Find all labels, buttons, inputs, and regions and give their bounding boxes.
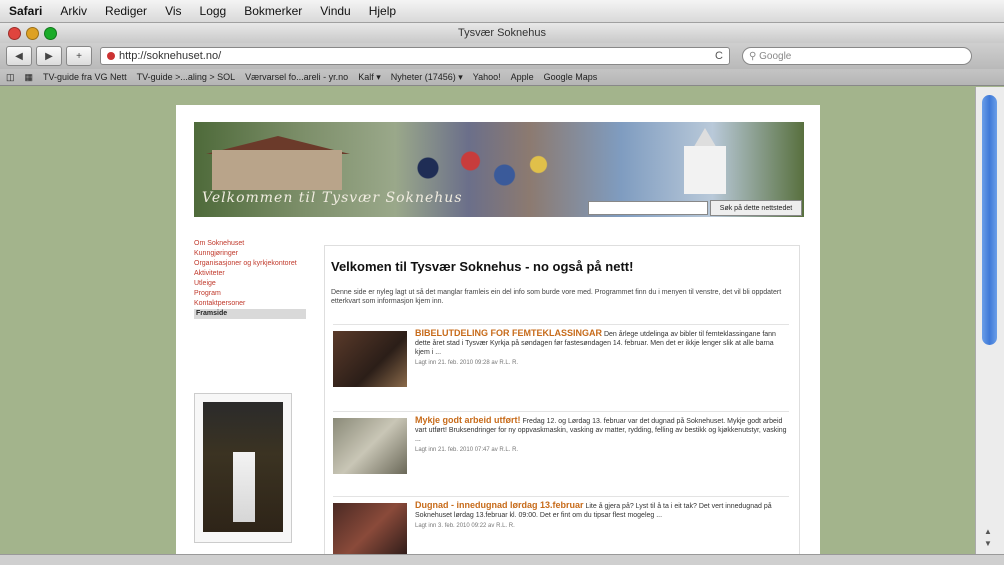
sidebar-nav: Om Soknehuset Kunngjøringer Organisasjon… [194, 239, 306, 319]
news-item: BIBELUTDELING FOR FEMTEKLASSINGAR Den år… [333, 324, 789, 405]
reader-icon[interactable]: ◫ [6, 72, 15, 83]
bookmark-item[interactable]: Yahoo! [473, 72, 501, 82]
news-meta: Lagt inn 21. feb. 2010 07:47 av R.L. R. [415, 447, 519, 453]
priest-photo-card [194, 393, 292, 543]
favicon-icon [107, 52, 115, 60]
scroll-up-icon[interactable]: ▲ [984, 527, 992, 536]
browser-toolbar: ◀ ▶ + http://soknehuset.no/ C ⚲ Google [0, 43, 1004, 69]
sidebar-item-om-soknehuset[interactable]: Om Soknehuset [194, 239, 306, 249]
news-title-link[interactable]: Mykje godt arbeid utført! [415, 415, 521, 425]
menu-bar: Safari Arkiv Rediger Vis Logg Bokmerker … [0, 0, 1004, 23]
news-text: Dugnad - innedugnad lørdag 13.februar Li… [415, 501, 787, 531]
address-bar[interactable]: http://soknehuset.no/ C [100, 47, 730, 65]
bookmark-item[interactable]: Google Maps [544, 72, 598, 82]
search-field[interactable]: ⚲ Google [742, 47, 972, 65]
forward-button[interactable]: ▶ [36, 46, 62, 66]
menu-vis[interactable]: Vis [156, 4, 190, 18]
bookmark-item[interactable]: Apple [511, 72, 534, 82]
news-title-link[interactable]: BIBELUTDELING FOR FEMTEKLASSINGAR [415, 328, 602, 338]
window-titlebar: Tysvær Soknehus [0, 23, 1004, 43]
news-text: BIBELUTDELING FOR FEMTEKLASSINGAR Den år… [415, 329, 787, 368]
close-button[interactable] [8, 27, 21, 40]
bookmark-item[interactable]: Nyheter (17456) ▾ [391, 72, 463, 83]
url-text: http://soknehuset.no/ [119, 50, 222, 62]
add-bookmark-button[interactable]: + [66, 46, 92, 66]
window-controls [8, 27, 57, 40]
menu-rediger[interactable]: Rediger [96, 4, 156, 18]
menu-arkiv[interactable]: Arkiv [51, 4, 96, 18]
news-thumbnail[interactable] [333, 418, 407, 474]
site-search-input[interactable] [588, 201, 708, 215]
minimize-button[interactable] [26, 27, 39, 40]
site-search-button[interactable]: Søk på dette nettstedet [710, 200, 802, 216]
bookmark-item[interactable]: Værvarsel fo...areli - yr.no [245, 72, 348, 82]
house-image [212, 150, 342, 190]
bookmark-item[interactable]: TV-guide fra VG Nett [43, 72, 127, 82]
menu-logg[interactable]: Logg [191, 4, 236, 18]
banner-welcome-text: Velkommen til Tysvær Soknehus [202, 190, 463, 206]
zoom-button[interactable] [44, 27, 57, 40]
sidebar-item-kontaktpersoner[interactable]: Kontaktpersoner [194, 299, 306, 309]
menu-safari[interactable]: Safari [0, 4, 51, 18]
reload-icon[interactable]: C [715, 50, 723, 62]
top-sites-icon[interactable]: ▦ [25, 72, 34, 83]
sidebar-item-aktiviteter[interactable]: Aktiviteter [194, 269, 306, 279]
vertical-scrollbar[interactable]: ▲ ▼ [975, 87, 1004, 554]
news-title-link[interactable]: Dugnad - innedugnad lørdag 13.februar [415, 500, 584, 510]
sidebar-item-utleige[interactable]: Utleige [194, 279, 306, 289]
bookmark-item[interactable]: Kalf ▾ [358, 72, 381, 83]
priest-photo[interactable] [203, 402, 283, 532]
news-item: Dugnad - innedugnad lørdag 13.februar Li… [333, 496, 789, 554]
search-icon: ⚲ [749, 50, 760, 62]
menu-vindu[interactable]: Vindu [311, 4, 359, 18]
menu-bokmerker[interactable]: Bokmerker [235, 4, 311, 18]
sidebar-item-kunngjoringer[interactable]: Kunngjøringer [194, 249, 306, 259]
bookmarks-bar: ◫ ▦ TV-guide fra VG Nett TV-guide >...al… [0, 69, 1004, 86]
window-title: Tysvær Soknehus [457, 27, 547, 39]
page-title: Velkomen til Tysvær Soknehus - no også p… [331, 259, 634, 274]
intro-text: Denne side er nyleg lagt ut så det mangl… [331, 289, 782, 305]
page-container: Velkommen til Tysvær Soknehus Søk på det… [176, 105, 820, 554]
scroll-thumb[interactable] [982, 95, 997, 345]
header-banner: Velkommen til Tysvær Soknehus Søk på det… [194, 122, 804, 217]
news-text: Mykje godt arbeid utført! Fredag 12. og … [415, 416, 787, 455]
news-meta: Lagt inn 3. feb. 2010 09:22 av R.L. R. [415, 523, 515, 529]
scroll-down-icon[interactable]: ▼ [984, 539, 992, 548]
bookmark-item[interactable]: TV-guide >...aling > SOL [137, 72, 236, 82]
sidebar-item-organisasjoner[interactable]: Organisasjoner og kyrkjekontoret [194, 259, 306, 269]
main-content: Velkomen til Tysvær Soknehus - no også p… [324, 245, 800, 554]
menu-hjelp[interactable]: Hjelp [360, 4, 405, 18]
status-bar [0, 554, 1004, 565]
search-placeholder: Google [759, 50, 792, 62]
news-meta: Lagt inn 21. feb. 2010 09:28 av R.L. R. [415, 360, 519, 366]
sidebar-item-framside[interactable]: Framside [194, 309, 306, 319]
back-button[interactable]: ◀ [6, 46, 32, 66]
news-thumbnail[interactable] [333, 331, 407, 387]
news-thumbnail[interactable] [333, 503, 407, 554]
news-item: Mykje godt arbeid utført! Fredag 12. og … [333, 411, 789, 492]
sidebar-item-program[interactable]: Program [194, 289, 306, 299]
church-image [684, 146, 726, 194]
web-content: Velkommen til Tysvær Soknehus Søk på det… [0, 87, 975, 554]
